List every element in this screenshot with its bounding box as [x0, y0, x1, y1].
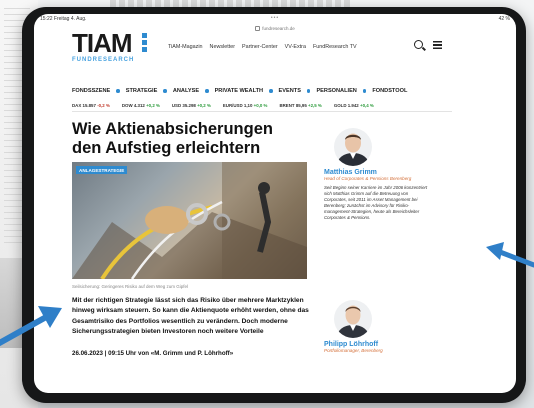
arrow-annotations: [0, 242, 534, 347]
arrow-left-icon: [0, 306, 62, 347]
arrow-right-icon: [486, 242, 534, 268]
